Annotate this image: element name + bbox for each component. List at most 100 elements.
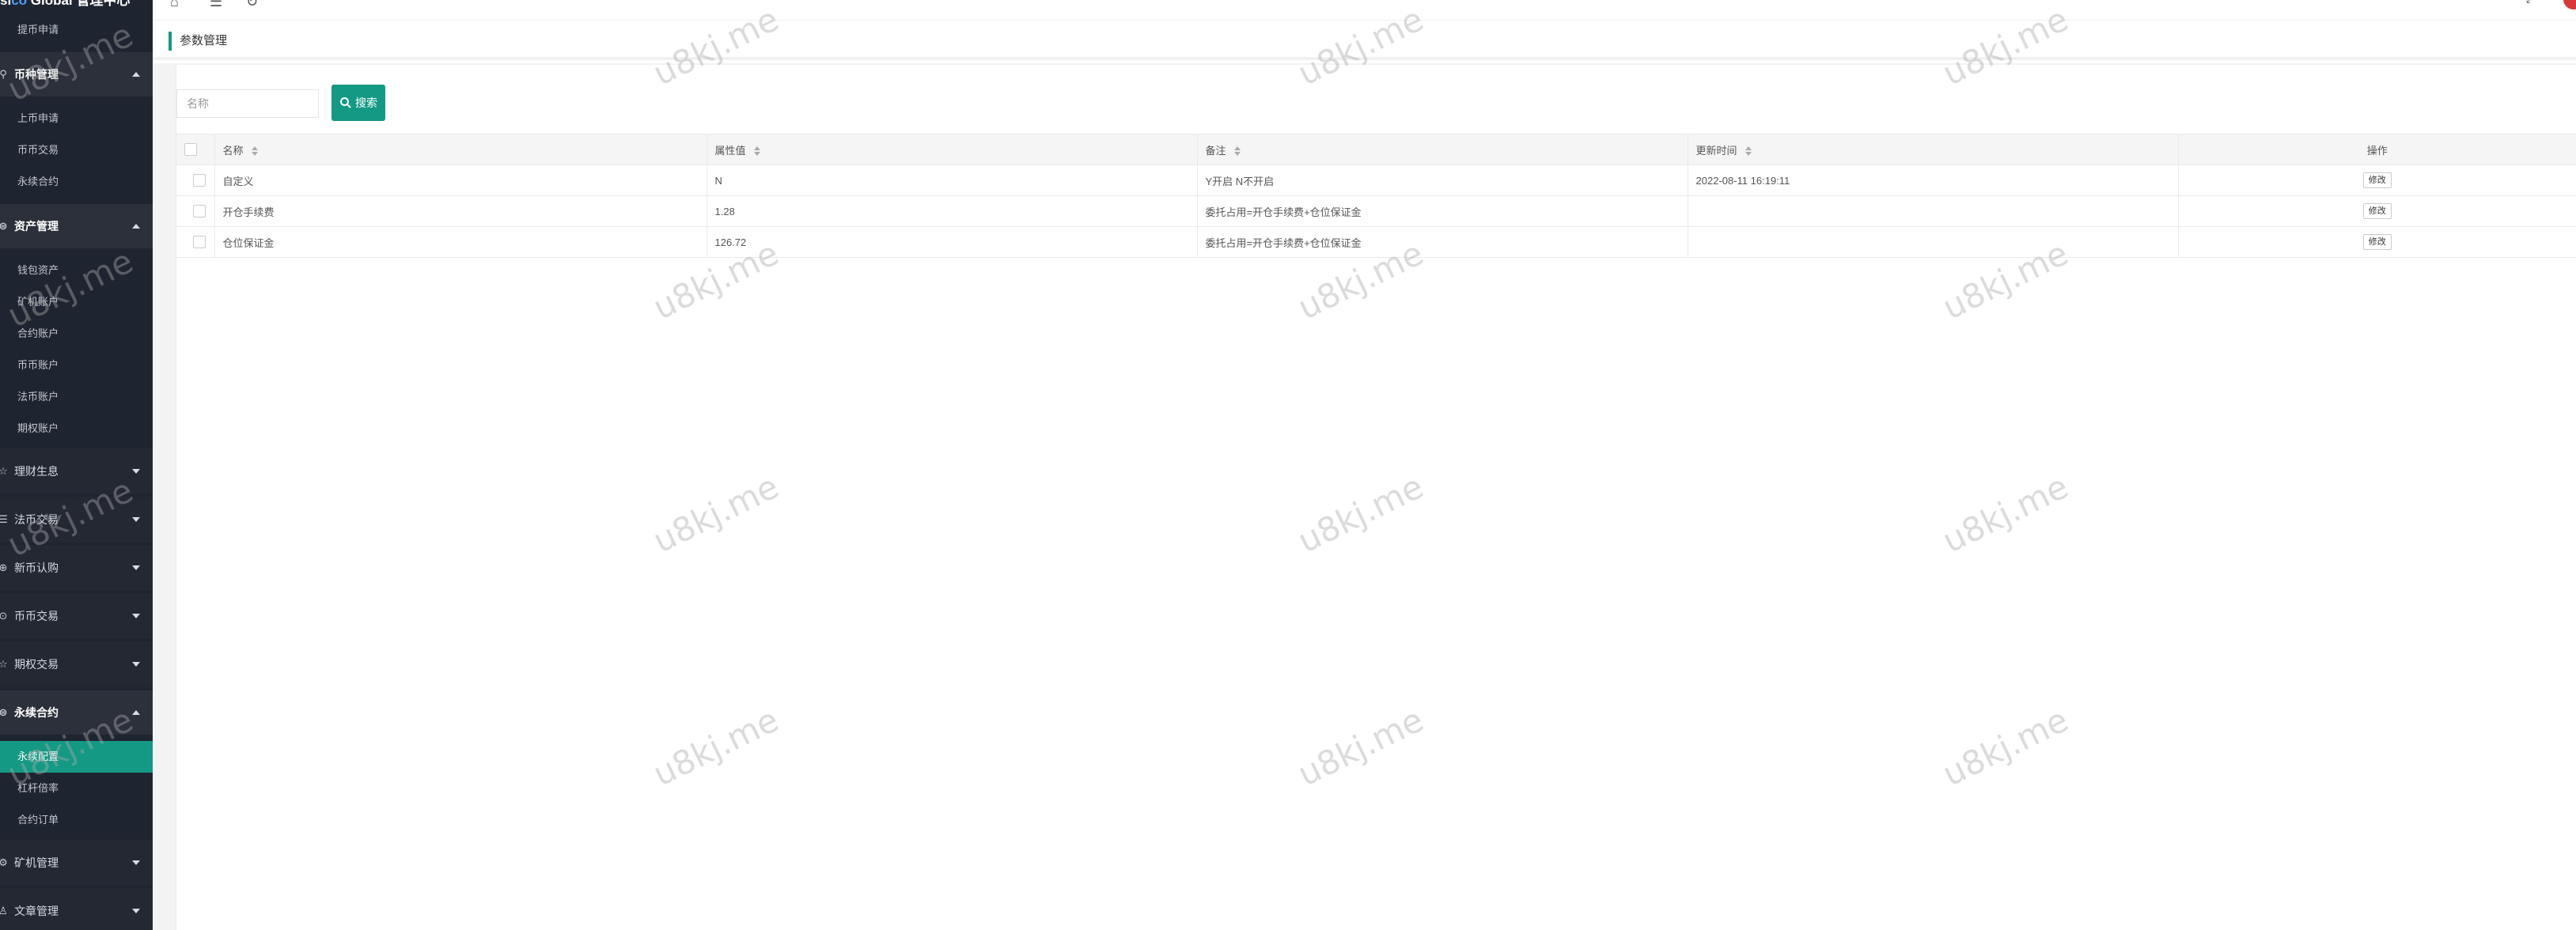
table-header-row: 名称 属性值 备注 更新时间 操作 [176, 134, 2576, 165]
sort-icon[interactable] [1744, 146, 1752, 157]
home-icon[interactable]: ⌂ [170, 0, 179, 10]
perpetual-icon: ⊜ [0, 706, 8, 718]
sidebar-item-miner-account[interactable]: 矿机账户 [0, 286, 153, 318]
refresh-icon[interactable]: ↻ [246, 0, 258, 10]
breadcrumb-bar: 参数管理 [153, 22, 2576, 60]
sidebar-item-perpetual[interactable]: 永续合约 [0, 166, 153, 198]
sidebar-group-new-coin[interactable]: ⊕ 新币认购 [0, 545, 153, 591]
sidebar-group-option-trade[interactable]: ☆ 期权交易 [0, 641, 153, 687]
menu-toggle-icon[interactable]: ☰ [210, 0, 222, 10]
new-coin-icon: ⊕ [0, 561, 8, 573]
sort-icon[interactable] [251, 146, 258, 157]
edit-button[interactable]: 修改 [2362, 203, 2392, 219]
select-all-checkbox[interactable] [184, 143, 197, 157]
chevron-down-icon [132, 662, 140, 667]
brand-accent: co [11, 0, 28, 8]
col-label: 名称 [222, 144, 244, 157]
asset-icon: ⊜ [0, 220, 8, 232]
table-row: 仓位保证金 126.72 委托占用=开仓手续费+仓位保证金 修改 [176, 226, 2576, 258]
row-select-cell [176, 164, 215, 196]
article-icon: ♙ [0, 905, 8, 917]
edit-button[interactable]: 修改 [2362, 234, 2392, 250]
chevron-down-icon [132, 565, 140, 570]
cell-action: 修改 [2178, 195, 2576, 227]
col-header-remark[interactable]: 备注 [1197, 134, 1688, 165]
chevron-down-icon [132, 614, 140, 618]
row-checkbox[interactable] [192, 236, 206, 249]
sidebar-item-spot-trade[interactable]: 币币交易 [0, 134, 153, 166]
chevron-down-icon [132, 860, 140, 865]
search-input[interactable] [176, 89, 319, 118]
cell-name: 开仓手续费 [214, 195, 707, 227]
sidebar-group-label: 币币交易 [14, 610, 59, 622]
chevron-down-icon [132, 517, 140, 522]
sidebar-item-withdraw-request[interactable]: 提币申请 [0, 16, 153, 44]
sidebar-group-asset-management[interactable]: ⊜ 资产管理 [0, 204, 153, 248]
sidebar-item-contract-orders[interactable]: 合约订单 [0, 804, 153, 836]
search-field-wrap [176, 89, 319, 118]
breadcrumb: 参数管理 [169, 32, 227, 51]
sidebar-item-listing-request[interactable]: 上币申请 [0, 103, 153, 134]
cell-name: 仓位保证金 [214, 226, 707, 258]
sidebar-group-article-management[interactable]: ♙ 文章管理 [0, 888, 153, 930]
spot-icon: ⊙ [0, 610, 8, 622]
col-label: 备注 [1205, 144, 1226, 157]
cell-remark: 委托占用=开仓手续费+仓位保证金 [1197, 226, 1688, 258]
sidebar-item-coin-account[interactable]: 币币账户 [0, 350, 153, 381]
cell-updated [1688, 226, 2179, 258]
sidebar: sico Global 管理中心 提币申请 ⚲ 币种管理 上币申请 币币交易 永… [0, 0, 153, 930]
sidebar-group-label: 永续合约 [14, 706, 59, 719]
cell-updated: 2022-08-11 16:19:11 [1688, 164, 2179, 196]
top-bar: ⌂ ☰ ↻ ⤢ [153, 0, 2576, 21]
edit-button[interactable]: 修改 [2362, 172, 2392, 188]
sidebar-group-spot-trade[interactable]: ⊙ 币币交易 [0, 593, 153, 639]
col-label: 更新时间 [1695, 144, 1737, 157]
cell-value: 126.72 [707, 226, 1198, 258]
sidebar-group-label: 文章管理 [14, 905, 59, 917]
fiat-icon: ☰ [0, 513, 8, 525]
col-header-action: 操作 [2178, 134, 2576, 165]
table-row: 自定义 N Y开启 N不开启 2022-08-11 16:19:11 修改 [176, 164, 2576, 196]
brand-title: sico Global 管理中心 [0, 0, 153, 11]
chevron-down-icon [132, 469, 140, 474]
select-all-cell [176, 134, 215, 165]
cell-value: 1.28 [707, 195, 1198, 227]
sidebar-item-leverage[interactable]: 杠杆倍率 [0, 773, 153, 804]
sidebar-group-coin-management[interactable]: ⚲ 币种管理 [0, 52, 153, 96]
table-row: 开仓手续费 1.28 委托占用=开仓手续费+仓位保证金 修改 [176, 195, 2576, 227]
col-header-value[interactable]: 属性值 [707, 134, 1198, 165]
sidebar-item-fiat-account[interactable]: 法币账户 [0, 381, 153, 413]
sidebar-group-label: 资产管理 [14, 220, 59, 232]
cell-remark: 委托占用=开仓手续费+仓位保证金 [1197, 195, 1688, 227]
row-checkbox[interactable] [192, 205, 206, 218]
miner-icon: ⚙ [0, 856, 8, 868]
col-header-name[interactable]: 名称 [214, 134, 707, 165]
brand-prefix: si [0, 0, 12, 8]
sidebar-item-perpetual-config[interactable]: 永续配置 [0, 741, 153, 773]
sidebar-group-wealth[interactable]: ☆ 理财生息 [0, 448, 153, 494]
fullscreen-icon[interactable]: ⤢ [2526, 0, 2535, 6]
sidebar-item-option-account[interactable]: 期权账户 [0, 413, 153, 444]
sidebar-group-perpetual[interactable]: ⊜ 永续合约 [0, 690, 153, 735]
sort-icon[interactable] [753, 146, 760, 157]
cell-value: N [707, 164, 1198, 196]
sidebar-group-label: 理财生息 [14, 465, 59, 478]
sidebar-item-contract-account[interactable]: 合约账户 [0, 318, 153, 350]
col-label: 属性值 [714, 144, 746, 157]
cell-action: 修改 [2178, 226, 2576, 258]
option-icon: ☆ [0, 658, 8, 670]
search-button[interactable]: 搜索 [331, 85, 385, 121]
wealth-icon: ☆ [0, 465, 8, 477]
cell-updated [1688, 195, 2179, 227]
col-header-updated[interactable]: 更新时间 [1688, 134, 2179, 165]
row-checkbox[interactable] [192, 174, 206, 187]
sidebar-group-fiat-trade[interactable]: ☰ 法币交易 [0, 497, 153, 542]
coin-icon: ⚲ [0, 68, 7, 80]
chevron-up-icon [132, 710, 140, 715]
sidebar-item-wallet-assets[interactable]: 钱包资产 [0, 255, 153, 286]
sidebar-group-miner-management[interactable]: ⚙ 矿机管理 [0, 840, 153, 886]
sidebar-group-label: 期权交易 [14, 658, 59, 671]
row-select-cell [176, 226, 215, 258]
sidebar-group-label: 币种管理 [14, 68, 59, 81]
sort-icon[interactable] [1233, 146, 1241, 157]
